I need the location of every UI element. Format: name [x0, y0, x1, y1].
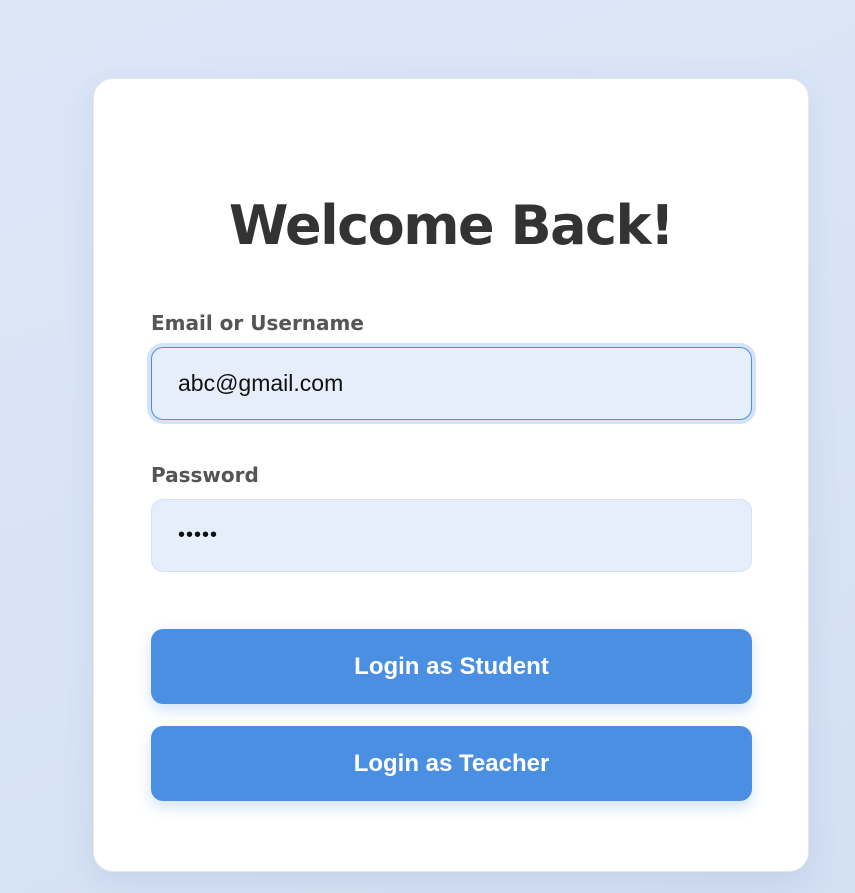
login-student-button[interactable]: Login as Student — [151, 629, 752, 704]
email-label: Email or Username — [151, 311, 364, 335]
login-card: Welcome Back! Email or Username Password… — [93, 78, 809, 872]
password-label: Password — [151, 463, 259, 487]
page-title: Welcome Back! — [228, 194, 675, 257]
login-teacher-button[interactable]: Login as Teacher — [151, 726, 752, 801]
email-input[interactable] — [151, 347, 752, 420]
password-input[interactable] — [151, 499, 752, 572]
